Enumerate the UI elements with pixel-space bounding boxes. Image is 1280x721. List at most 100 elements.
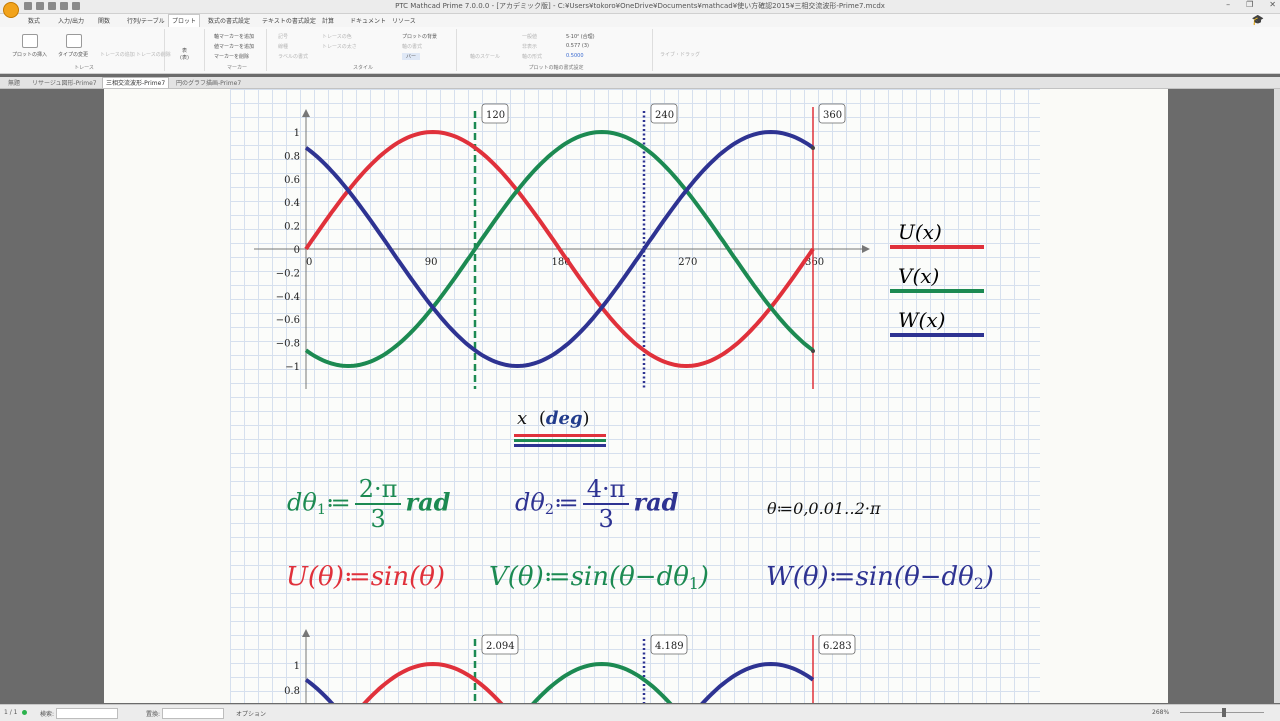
plot-1[interactable]: 10.80.60.40.20−0.2−0.4−0.6−0.8−1 0 90 180 2… — [254, 103, 870, 389]
line-style-button[interactable]: 線種 — [278, 43, 288, 50]
equation-theta-range[interactable]: θ≔0,0.01‥2·π — [767, 499, 881, 518]
marker-box-120[interactable]: 120 — [481, 103, 509, 124]
format-value-2[interactable]: 0.577 (3) — [566, 43, 589, 49]
dtheta1-sub: 1 — [316, 502, 326, 519]
plot2-trace-v[interactable] — [306, 661, 813, 703]
ribbon-group-markers: 軸マーカーを追加 値マーカーを追加 マーカーを削除 マーカー — [208, 29, 267, 71]
trace-weight-button[interactable]: トレースの太さ — [322, 43, 357, 50]
live-drag-button[interactable]: ライブ・ドラッグ — [660, 51, 700, 58]
marker-box-240[interactable]: 240 — [650, 103, 678, 124]
plot2-marker-box-1[interactable]: 2.094 — [481, 634, 519, 655]
marker-box-360[interactable]: 360 — [818, 103, 846, 124]
add-trace-button[interactable]: トレースの追加 — [100, 51, 135, 58]
legend-line-w — [890, 333, 984, 337]
close-button[interactable]: ✕ — [1269, 0, 1276, 9]
plot2-trace-u[interactable] — [306, 661, 813, 703]
plot1-x-tick: 0 — [306, 257, 312, 268]
tab-matrix-table[interactable]: 行列/テーブル — [127, 16, 165, 25]
tab-io[interactable]: 入力/出力 — [58, 16, 84, 25]
plot-2[interactable]: 1 0.8 2.094 4.189 6.283 — [284, 629, 856, 703]
plot2-marker-label-2: 4.189 — [655, 641, 684, 652]
replace-input[interactable] — [162, 708, 224, 719]
window-controls: – ❐ ✕ — [1226, 0, 1276, 9]
maximize-button[interactable]: ❐ — [1246, 0, 1253, 9]
x-axis-unit-paren: ) — [582, 408, 590, 429]
group-label-style: スタイル — [352, 65, 373, 71]
ribbon-tabs: 数式 入力/出力 関数 行列/テーブル プロット 数式の書式設定 テキストの書式… — [0, 14, 1280, 28]
tab-calculation[interactable]: 計算 — [322, 16, 334, 25]
tab-math-format[interactable]: 数式の書式設定 — [208, 16, 250, 25]
add-value-marker-button[interactable]: 値マーカーを追加 — [214, 43, 254, 50]
plot1-y-tick: −0.8 — [276, 339, 300, 350]
symbol-button[interactable]: 記号 — [278, 33, 288, 40]
format-value-3[interactable]: 0.5000 — [566, 53, 584, 59]
tab-plots[interactable]: プロット — [168, 14, 201, 28]
doc-tab-lissajous[interactable]: リサージュ図形-Prime7 — [32, 78, 97, 87]
axis-form-button[interactable]: 軸の形式 — [522, 53, 542, 60]
plot1-x-tick: 270 — [678, 257, 697, 268]
tab-functions[interactable]: 関数 — [98, 16, 110, 25]
v-def-sub: 1 — [688, 574, 699, 593]
general-value-button[interactable]: 一般値 — [522, 33, 537, 40]
plot2-marker-label-3: 6.283 — [823, 641, 852, 652]
plot1-y-tick: −0.2 — [276, 268, 300, 279]
tab-math[interactable]: 数式 — [28, 16, 40, 25]
axis-format-button[interactable]: 軸の書式 — [402, 43, 422, 50]
search-label: 検索: — [40, 711, 55, 718]
plot2-trace-w[interactable] — [304, 661, 815, 703]
dtheta2-numerator: 4·π — [582, 475, 630, 505]
plot1-y-tick: 1 — [294, 128, 300, 139]
bar-button[interactable]: バー — [402, 53, 421, 60]
x-axis-label[interactable]: x (deg) — [517, 408, 590, 429]
legend-line-u — [890, 245, 984, 249]
plot-background-button[interactable]: プロットの背景 — [402, 33, 437, 40]
minimize-button[interactable]: – — [1226, 0, 1230, 9]
vertical-scrollbar[interactable] — [1274, 89, 1280, 703]
equation-v-definition[interactable]: V(θ)≔sin(θ−dθ1) — [489, 562, 709, 593]
plot2-marker-box-3[interactable]: 6.283 — [818, 634, 856, 655]
plot1-y-tick: 0.4 — [284, 198, 300, 209]
insert-plot-icon[interactable] — [22, 34, 38, 48]
label-format-button[interactable]: ラベルの書式 — [278, 53, 308, 60]
hidden-button[interactable]: 非表示 — [522, 43, 537, 50]
equation-dtheta1[interactable]: dθ1≔ 2·π 3 rad — [287, 475, 450, 533]
trace-color-button[interactable]: トレースの色 — [322, 33, 352, 40]
zoom-slider-thumb[interactable] — [1222, 708, 1226, 717]
search-input[interactable] — [56, 708, 118, 719]
tab-document[interactable]: ドキュメント — [350, 16, 386, 25]
change-type-icon[interactable] — [66, 34, 82, 48]
add-axis-marker-button[interactable]: 軸マーカーを追加 — [214, 33, 254, 40]
plot2-marker-box-2[interactable]: 4.189 — [650, 634, 688, 655]
options-button[interactable]: オプション — [236, 709, 266, 718]
tab-text-format[interactable]: テキストの書式設定 — [262, 16, 316, 25]
format-value-1[interactable]: 5·10² (合理) — [566, 33, 595, 40]
equation-w-definition[interactable]: W(θ)≔sin(θ−dθ2) — [766, 562, 994, 593]
x-trace-line-v — [514, 439, 606, 442]
insert-plot-button[interactable]: プロットの挿入 — [12, 51, 47, 58]
change-type-button[interactable]: タイプの変更 — [58, 51, 88, 58]
plot1-y-tick: −0.6 — [276, 315, 300, 326]
remove-trace-button[interactable]: トレースの削除 — [136, 51, 171, 58]
tab-resources[interactable]: リソース — [392, 16, 416, 25]
window-title: PTC Mathcad Prime 7.0.0.0 - [アカデミック版] - … — [395, 2, 885, 10]
worksheet[interactable]: 1 0.8 0.6 0.4 0.2 0 −0.2 −0.4 −0.6 −0.8 −1 0 90 180 2… — [104, 89, 1168, 703]
doc-tab-untitled[interactable]: 無題 — [8, 78, 20, 87]
table-sub-label: (表) — [180, 55, 189, 61]
axis-scale-button[interactable]: 軸のスケール — [470, 53, 500, 60]
mathcad-logo-icon[interactable] — [3, 2, 19, 18]
x-trace-line-u — [514, 434, 606, 437]
equation-dtheta2[interactable]: dθ2≔ 4·π 3 rad — [515, 475, 678, 533]
help-cap-icon[interactable]: 🎓 — [1252, 15, 1264, 26]
plot1-y-ticks: 1 0.8 0.6 0.4 0.2 0 −0.2 −0.4 −0.6 −0.8 −1 — [276, 128, 300, 373]
table-button[interactable]: 表 — [182, 47, 187, 54]
doc-tab-three-phase[interactable]: 三相交流波形-Prime7 — [102, 77, 170, 88]
remove-marker-button[interactable]: マーカーを削除 — [214, 53, 249, 60]
group-label-traces: トレース — [74, 65, 94, 71]
plot1-x-axis-arrow — [862, 245, 870, 253]
dtheta1-unit: rad — [405, 487, 451, 517]
plot1-end-point — [811, 146, 815, 150]
equation-u-definition[interactable]: U(θ)≔sin(θ) — [286, 562, 445, 592]
plot-area[interactable]: 10.80.60.40.20−0.2−0.4−0.6−0.8−1 0 90 180 2… — [104, 89, 1168, 703]
doc-tab-circle-graph[interactable]: 円のグラフ描画-Prime7 — [176, 78, 241, 87]
legend-label-w: W(x) — [898, 308, 946, 332]
